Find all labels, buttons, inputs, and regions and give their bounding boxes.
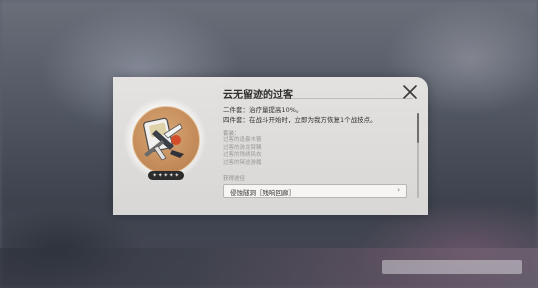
set-pieces-label: 套装： [223, 131, 240, 137]
two-piece-bonus: 二件套：治疗量提高10%。 [223, 106, 303, 114]
set-piece-item: 过客的游龙臂鞲 [223, 144, 262, 151]
relic-icon-container [124, 98, 206, 180]
blurred-background-bar [382, 260, 522, 274]
scrollbar[interactable] [417, 113, 419, 198]
set-pieces-list: 过客的逢春木簪 过客的游龙臂鞲 过客的残绣风衣 过客的冥途游履 [223, 137, 262, 167]
source-button-label: 侵蚀隧洞［残响回廊］ [230, 189, 295, 197]
relic-set-icon [143, 117, 184, 161]
source-label: 获得途径 [223, 176, 246, 182]
title-divider [223, 98, 413, 99]
set-piece-item: 过客的冥途游履 [223, 159, 262, 166]
set-piece-item: 过客的残绣风衣 [223, 152, 262, 158]
four-piece-bonus: 四件套：在战斗开始时，立即为我方恢复1个战技点。 [223, 116, 377, 124]
set-piece-item: 过客的逢春木簪 [223, 137, 262, 143]
chevron-right-icon: › [397, 186, 400, 194]
scrollbar-thumb[interactable] [417, 113, 419, 143]
rarity-stars: ✦✦✦✦✦ [148, 171, 184, 180]
source-button[interactable]: 侵蚀隧洞［残响回廊］ › [223, 184, 407, 198]
